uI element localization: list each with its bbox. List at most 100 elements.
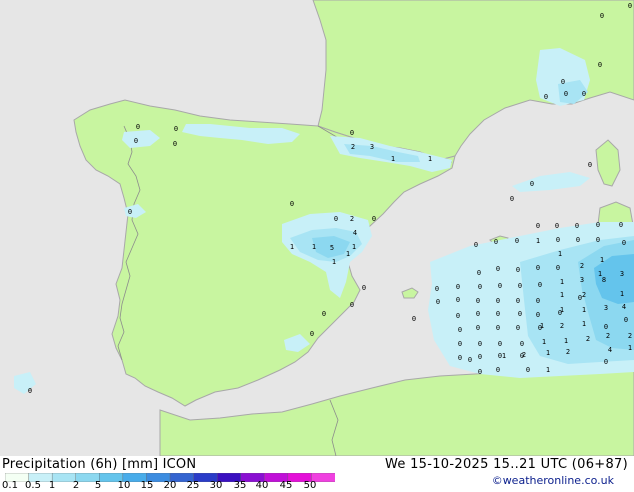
precip-value-label: 0 — [476, 297, 480, 305]
precip-value-label: 0 — [530, 180, 534, 188]
precip-value-label: 1 — [536, 237, 540, 245]
color-scale-tick-label: 35 — [233, 480, 247, 491]
precip-value-label: 0 — [518, 310, 522, 318]
precip-value-label: 1 — [332, 258, 336, 266]
credit-link[interactable]: ©weatheronline.co.uk — [492, 474, 614, 487]
precip-value-label: 0 — [628, 2, 632, 10]
precip-value-label: 4 — [622, 303, 626, 311]
precip-value-label: 0 — [596, 221, 600, 229]
precip-value-label: 1 — [600, 256, 604, 264]
color-scale-tick-label: 40 — [255, 480, 269, 491]
precip-value-label: 3 — [370, 143, 374, 151]
precip-value-label: 2 — [350, 215, 354, 223]
color-scale-tick-label: 0.5 — [25, 480, 41, 491]
precip-value-label: 2 — [582, 291, 586, 299]
precip-value-label: 2 — [628, 332, 632, 340]
precip-value-label: 0 — [494, 238, 498, 246]
color-scale-tick-label: 20 — [163, 480, 177, 491]
precip-value-label: 0 — [516, 266, 520, 274]
color-scale-ticks: 0.1 0.5 1 2 5 10 15 20 25 30 35 40 45 50 — [0, 480, 340, 492]
precip-value-label: 0 — [496, 265, 500, 273]
color-scale-tick-label: 0.1 — [2, 480, 18, 491]
precip-value-label: 0 — [558, 309, 562, 317]
precip-value-label: 0 — [310, 330, 314, 338]
precip-value-label: 2 — [560, 322, 564, 330]
precip-value-label: 5 — [330, 244, 334, 252]
precip-value-label: 0 — [478, 283, 482, 291]
precip-value-label: 2 — [580, 262, 584, 270]
precip-value-label: 0 — [604, 358, 608, 366]
precip-value-label: 1 — [428, 155, 432, 163]
precip-value-label: 0 — [458, 354, 462, 362]
precip-value-label: 0 — [474, 241, 478, 249]
precip-value-label: 0 — [619, 221, 623, 229]
precip-value-label: 1 — [546, 349, 550, 357]
precip-value-label: 0 — [28, 387, 32, 395]
precip-value-label: 0 — [174, 125, 178, 133]
precip-value-label: 0 — [515, 237, 519, 245]
precip-value-label: 1 — [582, 306, 586, 314]
precip-value-label: 0 — [435, 285, 439, 293]
valid-time: We 15-10-2025 15..21 UTC (06+87) — [384, 457, 628, 472]
precip-value-label: 1 — [542, 338, 546, 346]
precip-value-label: 1 — [564, 337, 568, 345]
precip-value-label: 0 — [350, 129, 354, 137]
precip-value-label: 0 — [556, 236, 560, 244]
precip-value-label: 0 — [456, 283, 460, 291]
precip-value-label: 0 — [173, 140, 177, 148]
precip-value-label: 0 — [520, 340, 524, 348]
precip-value-label: 0 — [350, 301, 354, 309]
precip-value-label: 0 — [622, 239, 626, 247]
precip-value-label: 3 — [620, 270, 624, 278]
precip-value-label: 0 — [477, 269, 481, 277]
precip-value-label: 0 — [478, 353, 482, 361]
precip-value-label: 2 — [586, 335, 590, 343]
precip-value-label: 0 — [496, 366, 500, 374]
precip-value-label: 1 — [628, 344, 632, 352]
precip-value-label: 0 — [598, 61, 602, 69]
precip-value-label: 0 — [372, 215, 376, 223]
precip-value-label: 0 — [136, 123, 140, 131]
precip-value-label: 0 — [496, 297, 500, 305]
precip-value-label: 1 — [560, 278, 564, 286]
precip-value-label: 0 — [578, 294, 582, 302]
precip-value-label: 4 — [353, 229, 357, 237]
precip-value-label: 0 — [536, 222, 540, 230]
precip-value-label: 0 — [498, 340, 502, 348]
color-scale-tick-label: 45 — [279, 480, 293, 491]
precip-value-label: 0 — [582, 90, 586, 98]
precip-value-label: 0 — [510, 195, 514, 203]
precip-value-label: 0 — [498, 282, 502, 290]
map-canvas: 0 00 000000000 00002 31 100 2 041 1 5 110000 0 00 0 0 0… — [0, 0, 634, 456]
color-scale-tick-label: 25 — [186, 480, 200, 491]
precip-value-label: 0 — [561, 78, 565, 86]
precip-value-label: 1 — [560, 291, 564, 299]
precip-value-label: 0 — [436, 298, 440, 306]
legend-panel: Precipitation (6h) [mm] ICON We 15-10-20… — [0, 456, 634, 492]
precip-value-label: 0 — [624, 316, 628, 324]
color-scale-tick-label: 15 — [140, 480, 154, 491]
precip-value-label: 0 — [458, 326, 462, 334]
precip-value-label: 0 — [322, 310, 326, 318]
precip-value-label: 0 — [476, 310, 480, 318]
precip-value-label: 1 — [502, 352, 506, 360]
color-scale-tick-label: 5 — [94, 480, 102, 491]
color-scale-tick-label: 2 — [72, 480, 80, 491]
precip-value-label: 0 — [575, 222, 579, 230]
precip-value-label: 0 — [526, 366, 530, 374]
precip-value-label: 2 — [351, 143, 355, 151]
precip-value-label: 0 — [516, 324, 520, 332]
precip-value-label: 0 — [476, 324, 480, 332]
precip-value-label: 0 — [564, 90, 568, 98]
precip-value-label: 0 — [544, 93, 548, 101]
precip-value-label: 2 — [566, 348, 570, 356]
color-scale-tick-label: 1 — [48, 480, 56, 491]
precip-value-label: 0 — [290, 200, 294, 208]
color-scale-tick-label: 30 — [209, 480, 223, 491]
color-scale-tick-label: 10 — [117, 480, 131, 491]
precip-value-label: 0 — [496, 310, 500, 318]
precip-value-label: 0 — [456, 312, 460, 320]
precip-value-label: 0 — [538, 281, 542, 289]
precip-value-label: 1 — [540, 322, 544, 330]
precipitation-map: 0000000000000000231100204115110000000000… — [0, 0, 634, 456]
